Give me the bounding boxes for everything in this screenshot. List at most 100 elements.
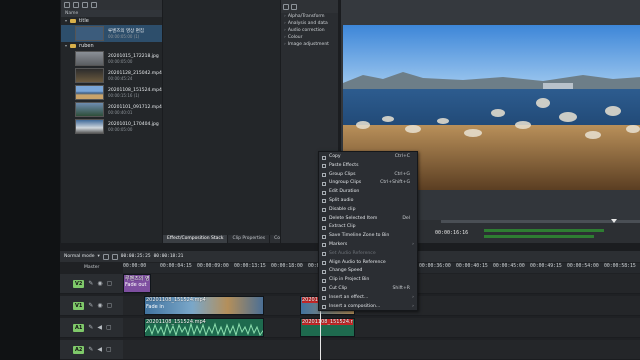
bin-clip-title[interactable]: 루벤즈의 영상 편집 00:00:05:00 (1)	[61, 25, 162, 42]
tab-clip-properties[interactable]: Clip Properties	[228, 235, 271, 243]
audio-clip-selected[interactable]: 20201108_151524.r	[300, 318, 355, 337]
menu-item-label: Set Audio Reference	[329, 250, 376, 256]
menu-item-icon	[322, 173, 326, 178]
eye-icon[interactable]: ◉	[97, 302, 102, 309]
lock-icon[interactable]: ▢	[107, 302, 113, 309]
razor-tool-icon[interactable]	[111, 253, 118, 260]
track-header-v1[interactable]: V1 ✎ ◉ ▢	[60, 296, 123, 316]
add-clip-icon[interactable]	[64, 2, 70, 8]
menu-item-insert-a-composition[interactable]: Insert a composition... ›	[319, 303, 417, 312]
menu-item-label: Paste Effects	[329, 162, 359, 168]
menu-item-save-timeline-zone-to-bin[interactable]: Save Timeline Zone to Bin	[319, 232, 417, 241]
fade-label: Fade out	[125, 282, 147, 288]
menu-item-change-speed[interactable]: Change Speed	[319, 267, 417, 276]
clip-duration: 00:00:15:16 (1)	[108, 92, 140, 98]
folder-icon[interactable]	[73, 2, 79, 8]
clip-thumbnail	[75, 26, 104, 41]
effect-category-label: Colour	[287, 35, 303, 40]
pencil-icon[interactable]: ✎	[88, 346, 93, 353]
menu-item-icon	[322, 208, 326, 213]
track-header-a1[interactable]: A1 ✎ ◀ ▢	[60, 318, 123, 338]
clip-thumbnail	[75, 85, 104, 100]
lock-icon[interactable]: ▢	[106, 346, 112, 353]
effect-category[interactable]: › Audio correction	[281, 27, 338, 34]
track-header-v2[interactable]: V2 ✎ ◉ ▢	[60, 274, 123, 294]
edit-mode-selector[interactable]: Normal mode	[64, 254, 94, 259]
track-lane-a1[interactable]: 20201108_151524.mp4 20201108_151524.r	[123, 318, 640, 338]
menu-item-insert-an-effect[interactable]: Insert an effect... ›	[319, 294, 417, 303]
menu-item-paste-effects[interactable]: Paste Effects	[319, 162, 417, 171]
timeline-position[interactable]: 00:00:25:25	[121, 254, 151, 259]
video-icon[interactable]	[291, 3, 297, 10]
monitor-toolbar-area	[341, 0, 640, 25]
menu-item-cut-clip[interactable]: Cut Clip Shift+R	[319, 285, 417, 294]
menu-item-icon	[322, 190, 326, 195]
effect-category[interactable]: › Analysis and data	[281, 20, 338, 27]
settings-icon[interactable]	[82, 2, 88, 8]
menu-item-icon	[322, 296, 326, 301]
eye-icon[interactable]: ◉	[97, 280, 102, 287]
audio-level-meter	[484, 235, 594, 238]
effect-category-label: Image adjustment	[287, 42, 329, 47]
ruler-tick-label: 00:00:40:15	[456, 264, 488, 269]
menu-item-ungroup-clips[interactable]: Ungroup Clips Ctrl+Shift+G	[319, 179, 417, 188]
menu-item-group-clips[interactable]: Group Clips Ctrl+G	[319, 171, 417, 180]
project-bin: Name ▾ title 루벤즈의 영상 편집 00:00:05:00 (1) …	[60, 0, 162, 243]
audio-clip[interactable]: 20201108_151524.mp4	[144, 318, 264, 337]
menu-item-icon	[322, 278, 326, 283]
effect-category[interactable]: › Colour	[281, 34, 338, 41]
pencil-icon[interactable]: ✎	[88, 324, 93, 331]
pencil-icon[interactable]: ✎	[88, 302, 93, 309]
bin-folder-ruben[interactable]: ▾ ruben	[61, 42, 162, 50]
chevron-down-icon[interactable]: ▾	[65, 42, 67, 50]
selection-tool-icon[interactable]	[102, 253, 109, 260]
pencil-icon[interactable]: ✎	[88, 280, 93, 287]
star-icon[interactable]	[283, 3, 289, 10]
bin-clip[interactable]: 20201108_151524.mp4 00:00:15:16 (1)	[61, 84, 162, 101]
bin-column-header[interactable]: Name	[61, 10, 162, 17]
menu-item-extract-clip[interactable]: Extract Clip	[319, 223, 417, 232]
effect-category[interactable]: › Alpha/Transform	[281, 13, 338, 20]
monitor-ruler[interactable]	[441, 219, 640, 223]
menu-item-delete-selected-item[interactable]: Delete Selected Item Del	[319, 215, 417, 224]
video-clip[interactable]: 20201108_151524.mp4 Fade in	[144, 296, 264, 315]
timeline-duration: 00:00:18:21	[153, 254, 184, 259]
chevron-down-icon[interactable]: ▾	[97, 254, 99, 259]
chevron-down-icon[interactable]: ▾	[65, 17, 67, 25]
menu-item-label: Align Audio to Reference	[329, 259, 386, 265]
menu-item-align-audio-to-reference[interactable]: Align Audio to Reference	[319, 259, 417, 268]
track-lane-a2[interactable]	[123, 340, 640, 360]
ruler-tick-label: 00:00:54:00	[567, 264, 599, 269]
filter-icon[interactable]	[91, 2, 97, 8]
bin-clip[interactable]: 20201128_215042.mp4 00:00:45:24	[61, 67, 162, 84]
menu-item-set-audio-reference: Set Audio Reference	[319, 250, 417, 259]
effect-category[interactable]: › Image adjustment	[281, 41, 338, 48]
menu-item-label: Edit Duration	[329, 189, 360, 195]
bin-clip[interactable]: 20201010_170404.jpg 00:00:05:00	[61, 118, 162, 135]
menu-item-label: Insert a composition...	[329, 303, 381, 309]
monitor-timecode[interactable]: 00:00:16:16	[435, 230, 468, 236]
menu-item-copy[interactable]: Copy Ctrl+C	[319, 153, 417, 162]
tab-compositions[interactable]: Compositio...	[270, 235, 280, 243]
clip-thumbnail	[75, 51, 104, 66]
menu-item-icon	[322, 252, 326, 257]
track-header-a2[interactable]: A2 ✎ ◀ ▢	[60, 340, 123, 360]
bin-clip[interactable]: 20201101_091712.mp4 00:00:40:01	[61, 101, 162, 118]
lock-icon[interactable]: ▢	[106, 324, 112, 331]
title-clip[interactable]: 루벤즈의 영 Fade out	[123, 274, 151, 293]
menu-item-disable-clip[interactable]: Disable clip	[319, 206, 417, 215]
menu-item-split-audio[interactable]: Split audio	[319, 197, 417, 206]
lock-icon[interactable]: ▢	[107, 280, 113, 287]
menu-item-markers[interactable]: Markers ›	[319, 241, 417, 250]
effect-stack-panel: Effect/Composition Stack Clip Properties…	[162, 0, 280, 243]
speaker-icon[interactable]: ◀	[97, 346, 102, 353]
ruler-tick-label: 00:00:04:15	[160, 264, 192, 269]
menu-item-edit-duration[interactable]: Edit Duration	[319, 188, 417, 197]
speaker-icon[interactable]: ◀	[97, 324, 102, 331]
bin-clip[interactable]: 20201015_172218.jpg 00:00:05:00	[61, 50, 162, 67]
clip-thumbnail	[75, 102, 104, 117]
monitor-position-marker[interactable]	[611, 219, 617, 223]
bin-folder-title[interactable]: ▾ title	[61, 17, 162, 25]
menu-item-clip-in-project-bin[interactable]: Clip in Project Bin	[319, 276, 417, 285]
tab-effect-stack[interactable]: Effect/Composition Stack	[163, 235, 229, 243]
